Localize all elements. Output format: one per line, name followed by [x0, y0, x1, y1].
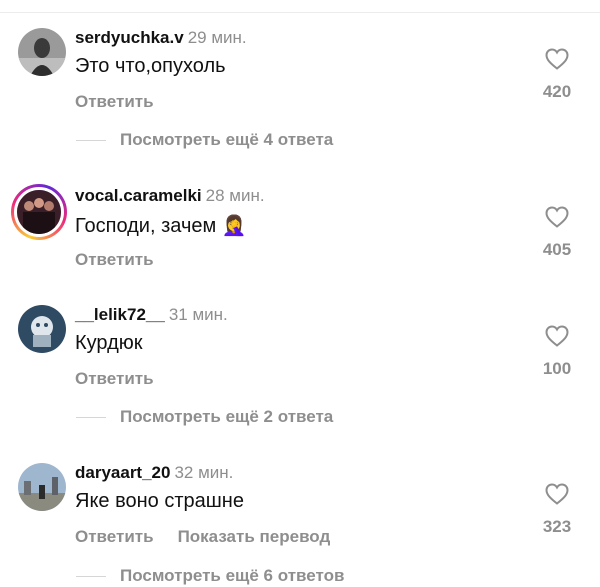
reply-button[interactable]: Ответить [75, 92, 154, 112]
heart-icon[interactable] [534, 206, 580, 228]
comment-actions: Ответить [75, 250, 178, 270]
timestamp: 32 мин. [174, 463, 234, 482]
like-count: 420 [542, 82, 572, 101]
username[interactable]: daryaart_20 [75, 463, 170, 482]
like-control: 323 [534, 483, 580, 537]
comment-text: Курдюк [75, 332, 143, 354]
heart-icon[interactable] [534, 483, 580, 505]
avatar[interactable] [18, 305, 66, 353]
view-more-replies[interactable]: Посмотреть ещё 6 ответов [76, 566, 344, 586]
comment-header: serdyuchka.v 29 мин. [75, 28, 247, 48]
timestamp: 29 мин. [187, 28, 247, 47]
divider-line [76, 140, 106, 142]
avatar[interactable] [18, 463, 66, 511]
like-control: 100 [534, 325, 580, 379]
timestamp: 31 мин. [168, 305, 228, 324]
view-more-replies[interactable]: Посмотреть ещё 4 ответа [76, 130, 333, 150]
avatar[interactable] [18, 28, 66, 76]
like-count: 405 [542, 240, 572, 259]
heart-icon[interactable] [534, 325, 580, 347]
top-divider [0, 12, 600, 13]
comment-actions: Ответить Показать перевод [75, 527, 354, 547]
reply-button[interactable]: Ответить [75, 369, 154, 389]
translate-button[interactable]: Показать перевод [178, 527, 331, 547]
avatar[interactable] [11, 184, 67, 240]
divider-line [76, 576, 106, 578]
reply-button[interactable]: Ответить [75, 250, 154, 270]
like-count: 100 [542, 359, 572, 378]
view-more-replies[interactable]: Посмотреть ещё 2 ответа [76, 407, 333, 427]
comment-actions: Ответить [75, 369, 178, 389]
like-count: 323 [542, 517, 572, 536]
view-more-replies-label[interactable]: Посмотреть ещё 2 ответа [120, 407, 333, 426]
like-control: 420 [534, 48, 580, 102]
comment-header: vocal.caramelki 28 мин. [75, 186, 265, 206]
timestamp: 28 мин. [205, 186, 265, 205]
comment-text: Это что,опухоль [75, 55, 226, 77]
divider-line [76, 417, 106, 419]
view-more-replies-label[interactable]: Посмотреть ещё 4 ответа [120, 130, 333, 149]
comment-text: Господи, зачем 🤦‍♀️ [75, 215, 247, 237]
reply-button[interactable]: Ответить [75, 527, 154, 547]
like-control: 405 [534, 206, 580, 260]
comment-header: daryaart_20 32 мин. [75, 463, 233, 483]
username[interactable]: serdyuchka.v [75, 28, 184, 47]
comment-text: Яке воно страшне [75, 490, 244, 512]
heart-icon[interactable] [534, 48, 580, 70]
comment-actions: Ответить [75, 92, 178, 112]
view-more-replies-label[interactable]: Посмотреть ещё 6 ответов [120, 566, 344, 585]
username[interactable]: __lelik72__ [75, 305, 165, 324]
comment-header: __lelik72__ 31 мин. [75, 305, 228, 325]
username[interactable]: vocal.caramelki [75, 186, 202, 205]
